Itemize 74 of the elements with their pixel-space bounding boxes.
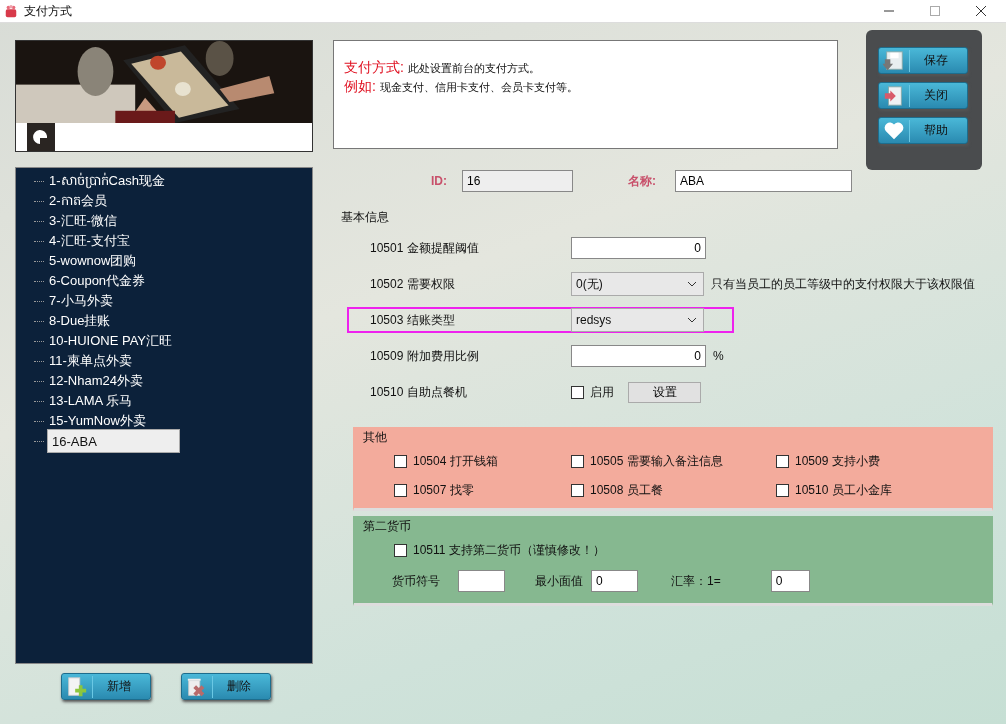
tree-item[interactable]: 10-HUIONE PAY汇旺 <box>47 331 175 351</box>
settings-button[interactable]: 设置 <box>628 381 701 403</box>
tree-item[interactable]: 3-汇旺-微信 <box>47 211 119 231</box>
checkbox[interactable] <box>776 455 789 468</box>
hint-text: % <box>713 349 724 363</box>
heart-icon <box>883 119 910 142</box>
setting-label: 10501 金额提醒阈值 <box>369 239 480 257</box>
section-title: 基本信息 <box>341 209 389 226</box>
checkbox-label: 10508 员工餐 <box>590 482 663 499</box>
app-icon <box>4 4 18 18</box>
field-label: 汇率：1= <box>671 572 721 590</box>
field-label: 货币符号 <box>392 572 440 590</box>
checkbox-label: 10510 员工小金库 <box>795 482 892 499</box>
checkbox-label: 10511 支持第二货币（谨慎修改！） <box>413 542 605 559</box>
tree-item[interactable]: 2-កាត会员 <box>47 190 109 212</box>
save-button[interactable]: 保存 <box>878 47 968 74</box>
help-button[interactable]: 帮助 <box>878 117 968 144</box>
caret-icon <box>687 317 697 323</box>
delete-button[interactable]: 删除 <box>181 673 271 700</box>
checkbox-label: 10505 需要输入备注信息 <box>590 453 723 470</box>
tree-item[interactable]: 7-小马外卖 <box>47 291 115 311</box>
trash-icon <box>186 675 213 698</box>
field-label: 最小面值 <box>535 572 583 590</box>
window-title: 支付方式 <box>24 2 72 20</box>
checkbox-label: 启用 <box>590 383 614 401</box>
field-label: ID: <box>431 174 447 188</box>
checkbox[interactable] <box>394 484 407 497</box>
field-label: 名称: <box>628 172 656 190</box>
checkbox-label: 10507 找零 <box>413 482 474 499</box>
dropdown[interactable]: redsys <box>571 308 704 332</box>
info-text: 此处设置前台的支付方式。 <box>407 61 540 76</box>
setting-label: 10502 需要权限 <box>369 275 456 293</box>
tree-item[interactable]: 13-LAMA 乐马 <box>47 391 135 411</box>
tree-item[interactable]: 1-សាច់ប្រាក់Cash现金 <box>47 170 167 192</box>
checkbox[interactable] <box>394 544 407 557</box>
checkbox[interactable] <box>776 484 789 497</box>
checkbox-label: 10509 支持小费 <box>795 453 880 470</box>
setting-label: 10510 自助点餐机 <box>369 383 468 401</box>
section-title: 第二货币 <box>361 518 413 535</box>
setting-label: 10503 结账类型 <box>369 311 456 329</box>
tree-item[interactable]: 6-Coupon代金券 <box>47 271 148 291</box>
tree-item[interactable]: 5-wownow团购 <box>47 251 139 271</box>
add-button[interactable]: 新增 <box>61 673 151 700</box>
close-icon[interactable] <box>976 6 986 16</box>
checkbox-label: 10504 打开钱箱 <box>413 453 498 470</box>
tree-item[interactable]: 16-ABA <box>47 429 180 453</box>
tree-item[interactable]: 11-柬单点外卖 <box>47 351 134 371</box>
info-label: 例如: <box>344 78 376 96</box>
caret-icon <box>687 281 697 287</box>
checkbox[interactable] <box>571 484 584 497</box>
info-label: 支付方式: <box>344 59 404 77</box>
id-field[interactable]: 16 <box>462 170 573 192</box>
text-field[interactable]: 0 <box>591 570 638 592</box>
checkbox[interactable] <box>394 455 407 468</box>
dropdown[interactable]: 0(无) <box>571 272 704 296</box>
checkbox[interactable] <box>571 455 584 468</box>
exit-door-icon <box>883 84 910 107</box>
setting-label: 10509 附加费用比例 <box>369 347 480 365</box>
hint-text: 只有当员工的员工等级中的支付权限大于该权限值 <box>711 275 975 293</box>
number-field[interactable]: 0 <box>571 237 706 259</box>
tree-item[interactable]: 15-YumNow外卖 <box>47 411 148 431</box>
name-field[interactable]: ABA <box>675 170 852 192</box>
number-field[interactable]: 0 <box>571 345 706 367</box>
plus-document-icon <box>66 675 93 698</box>
tree-item[interactable]: 8-Due挂账 <box>47 311 113 331</box>
tree-item[interactable]: 4-汇旺-支付宝 <box>47 231 132 251</box>
section-title: 其他 <box>361 429 389 446</box>
close-button[interactable]: 关闭 <box>878 82 968 109</box>
tree-item[interactable]: 12-Nham24外卖 <box>47 371 145 391</box>
text-field[interactable] <box>458 570 505 592</box>
checkbox[interactable] <box>571 385 584 399</box>
text-field[interactable]: 0 <box>770 570 810 592</box>
save-icon <box>883 49 910 72</box>
info-text: 现金支付、信用卡支付、会员卡支付等。 <box>379 80 578 95</box>
